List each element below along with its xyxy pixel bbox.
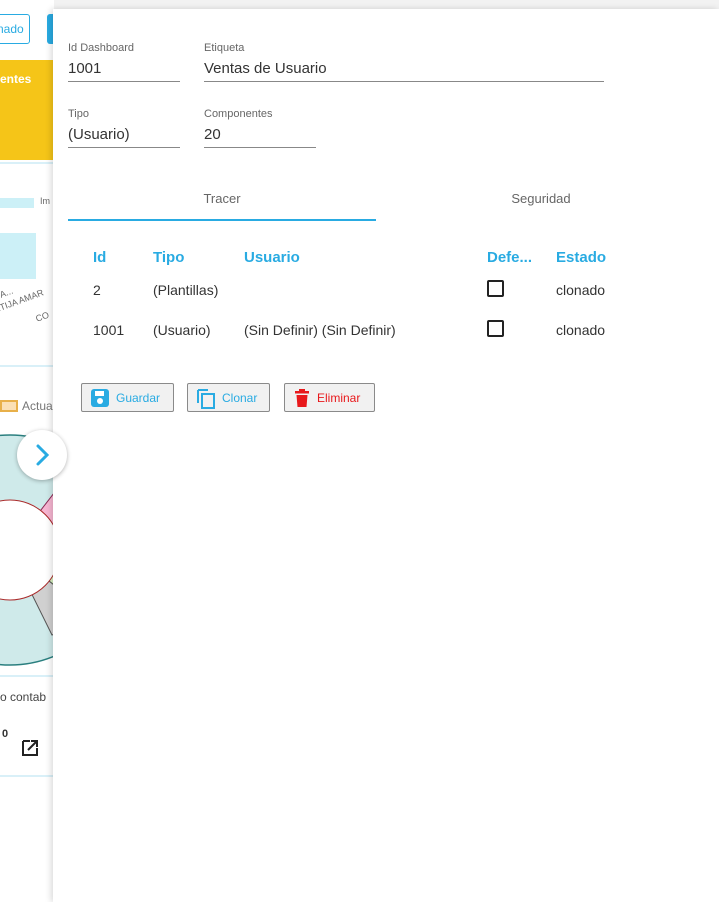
componentes-field[interactable]: Componentes 20 xyxy=(204,108,316,148)
background-chart-bar xyxy=(0,233,36,279)
background-yellow-card: entes xyxy=(0,60,54,160)
id-dashboard-value[interactable]: 1001 xyxy=(68,60,180,82)
tab-seguridad[interactable]: Seguridad xyxy=(376,187,706,221)
id-dashboard-label: Id Dashboard xyxy=(68,42,135,54)
componentes-label: Componentes xyxy=(204,108,273,120)
cell-id: 2 xyxy=(93,282,101,298)
etiqueta-label: Etiqueta xyxy=(204,42,245,54)
divider xyxy=(0,675,54,677)
background-chart-bar xyxy=(0,198,34,208)
tipo-field[interactable]: Tipo (Usuario) xyxy=(68,108,180,148)
background-button[interactable]: nado xyxy=(0,14,30,44)
clonar-button[interactable]: Clonar xyxy=(187,383,270,412)
defecto-checkbox[interactable] xyxy=(487,320,504,337)
tipo-value[interactable]: (Usuario) xyxy=(68,126,180,148)
background-footer-text: o contab xyxy=(0,690,47,704)
cell-tipo: (Plantillas) xyxy=(153,282,219,298)
column-header-tipo[interactable]: Tipo xyxy=(141,244,232,270)
collapse-panel-button[interactable] xyxy=(17,430,67,480)
column-header-usuario[interactable]: Usuario xyxy=(232,244,475,270)
background-yellow-card-label: entes xyxy=(0,72,32,86)
id-dashboard-field[interactable]: Id Dashboard 1001 xyxy=(68,42,180,82)
cell-estado: clonado xyxy=(556,322,606,338)
tipo-label: Tipo xyxy=(68,108,89,120)
defecto-checkbox[interactable] xyxy=(487,280,504,297)
legend-label: Actua xyxy=(22,399,53,413)
dashboard-detail-panel: Id Dashboard 1001 Etiqueta Ventas de Usu… xyxy=(53,9,719,902)
componentes-value[interactable]: 20 xyxy=(204,126,316,148)
cell-usuario: (Sin Definir) (Sin Definir) xyxy=(244,322,396,338)
cell-id: 1001 xyxy=(93,322,125,338)
background-top-bar xyxy=(0,0,719,9)
eliminar-button[interactable]: Eliminar xyxy=(284,383,375,412)
legend-swatch xyxy=(0,400,18,412)
table-header-row: Id Tipo Usuario Defe... Estado xyxy=(81,244,624,270)
badge: 0 xyxy=(2,728,9,740)
divider xyxy=(0,365,54,367)
trash-icon xyxy=(295,388,309,407)
cell-defecto xyxy=(475,270,544,310)
eliminar-label: Eliminar xyxy=(317,390,361,405)
save-icon xyxy=(91,388,109,407)
cell-usuario xyxy=(232,270,475,310)
background-chart-tick: CO xyxy=(34,309,51,324)
column-header-id[interactable]: Id xyxy=(81,244,141,270)
tab-tracer[interactable]: Tracer xyxy=(68,187,376,221)
etiqueta-field[interactable]: Etiqueta Ventas de Usuario xyxy=(204,42,604,82)
clonar-label: Clonar xyxy=(222,390,258,405)
copy-icon xyxy=(197,388,215,409)
background-chart-tick: Im xyxy=(40,196,50,206)
cell-tipo: (Usuario) xyxy=(153,322,211,338)
cell-defecto xyxy=(475,310,544,350)
divider xyxy=(0,775,54,777)
chevron-right-icon xyxy=(36,444,50,466)
etiqueta-value[interactable]: Ventas de Usuario xyxy=(204,60,604,82)
divider xyxy=(0,162,54,164)
cell-estado: clonado xyxy=(556,282,606,298)
column-header-estado[interactable]: Estado xyxy=(544,244,624,270)
guardar-button[interactable]: Guardar xyxy=(81,383,174,412)
table-row[interactable]: 1001 (Usuario) (Sin Definir) (Sin Defini… xyxy=(81,310,624,350)
open-external-icon[interactable] xyxy=(20,738,40,758)
tab-bar: Tracer Seguridad xyxy=(68,187,668,221)
guardar-label: Guardar xyxy=(116,390,161,405)
column-header-defecto[interactable]: Defe... xyxy=(475,244,544,270)
tracer-table: Id Tipo Usuario Defe... Estado 2 (Planti… xyxy=(81,244,624,350)
table-row[interactable]: 2 (Plantillas) clonado xyxy=(81,270,624,310)
